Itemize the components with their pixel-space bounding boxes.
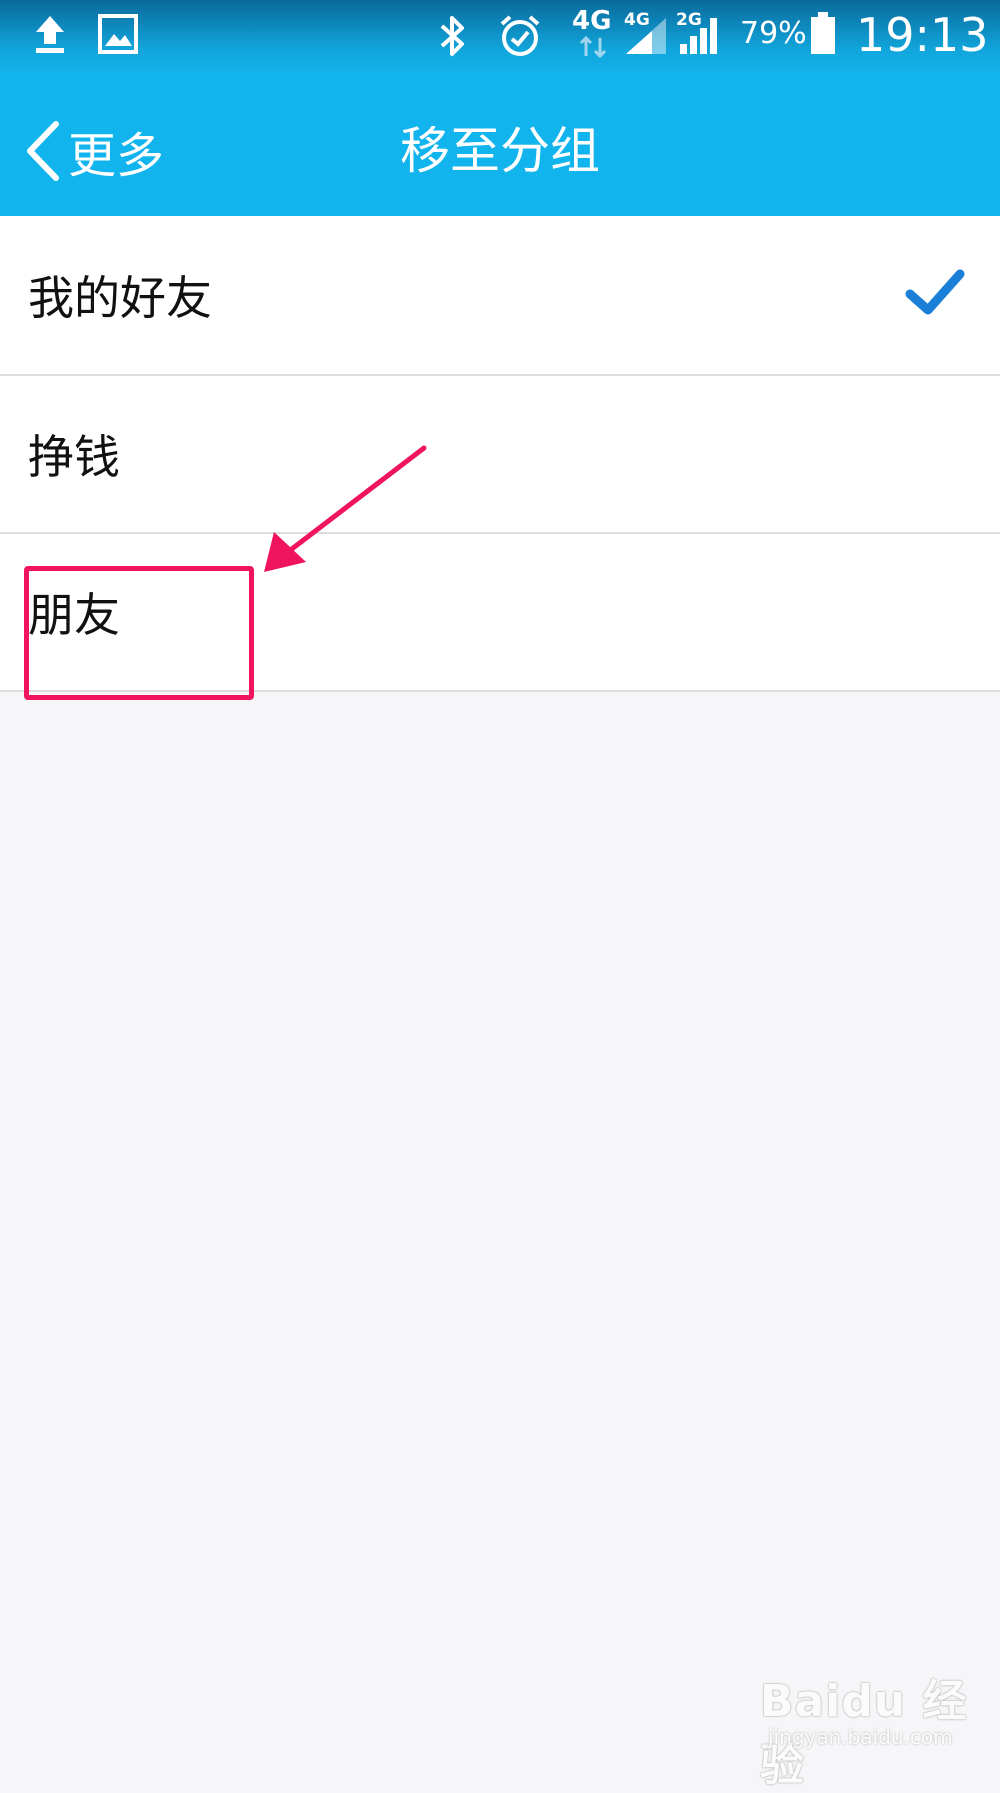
page-title: 移至分组 (400, 122, 600, 180)
status-bar: 4G 4G 2G 79% 19:13 (0, 0, 1000, 72)
group-item-my-friends[interactable]: 我的好友 (0, 216, 1000, 376)
network-4g-label: 4G (572, 6, 612, 36)
battery-icon (811, 12, 835, 54)
watermark-url: jingyan.baidu.com (768, 1725, 953, 1749)
alarm-icon (500, 15, 540, 56)
group-item-earn-money[interactable]: 挣钱 (0, 376, 1000, 534)
annotation-highlight-box (24, 566, 254, 700)
signal-icon-2 (680, 18, 717, 54)
upload-icon (36, 16, 64, 53)
group-label: 我的好友 (28, 271, 212, 325)
signal-icon (626, 18, 666, 54)
navigation-bar: 更多 移至分组 (0, 72, 1000, 216)
watermark: Baidu 经验 jingyan.baidu.com (760, 1665, 980, 1791)
bluetooth-icon (440, 16, 464, 56)
clock: 19:13 (856, 8, 989, 62)
data-arrows-icon (579, 36, 607, 58)
annotation-arrow-icon (264, 445, 427, 572)
group-label: 挣钱 (28, 430, 120, 484)
checkmark-icon (905, 269, 965, 315)
gallery-icon (98, 14, 138, 54)
battery-percent: 79% (740, 16, 807, 51)
